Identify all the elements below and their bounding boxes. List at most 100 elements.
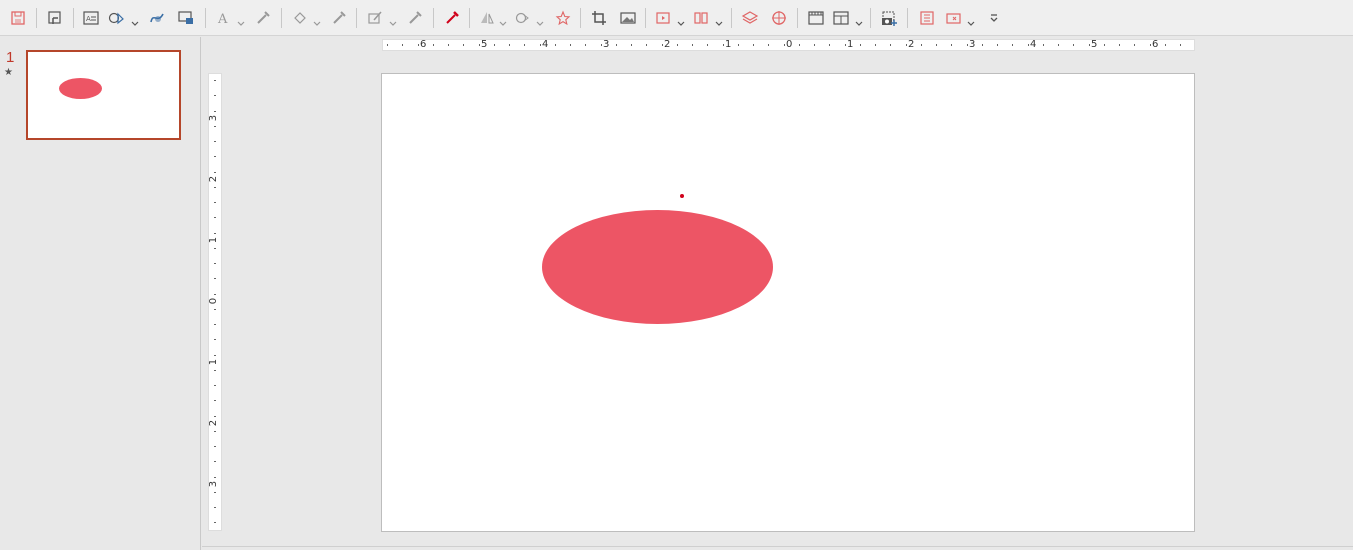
chevron-down-icon[interactable] — [536, 13, 544, 26]
chevron-down-icon[interactable] — [967, 13, 975, 26]
workspace: 6 5 4 3 2 1 0 1 2 3 4 5 6 3 2 1 0 1 2 3 — [202, 37, 1353, 550]
slide-show-icon[interactable] — [916, 7, 938, 29]
ruler-tick — [738, 44, 739, 46]
fill-icon[interactable] — [289, 7, 311, 29]
ruler-tick — [951, 44, 952, 46]
glue-points-icon[interactable] — [404, 7, 426, 29]
slide-pane: 1 ★ — [0, 37, 201, 550]
ruler-tick — [214, 324, 216, 325]
distribute-icon[interactable] — [690, 7, 712, 29]
zoom-pan-icon[interactable] — [44, 7, 66, 29]
ruler-tick — [723, 44, 724, 46]
horizontal-ruler-label: 1 — [847, 39, 854, 50]
ruler-tick — [214, 416, 216, 417]
ruler-tick — [768, 44, 769, 46]
edit-points-icon[interactable] — [364, 7, 386, 29]
ruler-tick — [214, 431, 216, 432]
transformations-icon[interactable] — [476, 7, 498, 29]
ruler-tick — [214, 202, 216, 203]
ruler-tick — [214, 263, 216, 264]
ruler-tick — [1150, 44, 1151, 46]
ruler-tick — [214, 111, 216, 112]
ruler-tick — [631, 44, 632, 46]
horizontal-ruler-label: 3 — [603, 39, 610, 50]
shapes-icon[interactable] — [105, 7, 127, 29]
ruler-tick — [214, 370, 216, 371]
ruler-tick — [214, 156, 216, 157]
ruler-tick — [214, 522, 216, 523]
ruler-tick — [799, 44, 800, 46]
horizontal-ruler-label: 6 — [420, 39, 427, 50]
grid-icon[interactable] — [805, 7, 827, 29]
horizontal-ruler-label: 2 — [664, 39, 671, 50]
chevron-down-icon[interactable] — [855, 13, 863, 26]
ruler-tick — [1104, 44, 1105, 46]
ruler-tick — [1165, 44, 1166, 46]
chevron-down-icon[interactable] — [677, 13, 685, 26]
slide-thumbnail[interactable] — [26, 50, 181, 140]
ellipse-shape[interactable] — [542, 210, 773, 324]
ruler-tick — [1089, 44, 1090, 46]
ruler-tick — [214, 172, 216, 173]
align-icon[interactable] — [511, 7, 533, 29]
snapshot-icon[interactable] — [878, 7, 900, 29]
crop-icon[interactable] — [588, 7, 610, 29]
ruler-tick — [214, 309, 216, 310]
horizontal-ruler-label: 3 — [969, 39, 976, 50]
star-shapes-icon[interactable] — [552, 7, 574, 29]
eyedropper-icon[interactable] — [252, 7, 274, 29]
save-icon[interactable] — [7, 7, 29, 29]
chevron-down-icon[interactable] — [715, 13, 723, 26]
ruler-tick — [860, 44, 861, 46]
fontwork-icon[interactable]: A — [213, 7, 235, 29]
svg-text:A: A — [217, 12, 228, 27]
slide-canvas[interactable] — [381, 73, 1195, 532]
vertical-ruler-label: 1 — [208, 236, 220, 244]
ruler-tick — [1119, 44, 1120, 46]
vertical-ruler-label: 2 — [208, 175, 220, 183]
svg-text:A: A — [86, 15, 91, 23]
snap-guides-icon[interactable] — [768, 7, 790, 29]
slide-layout-icon[interactable] — [830, 7, 852, 29]
ruler-tick — [540, 44, 541, 46]
curves-icon[interactable] — [146, 7, 168, 29]
horizontal-ruler-label: 4 — [1030, 39, 1037, 50]
ruler-tick — [448, 44, 449, 46]
chevron-down-icon[interactable] — [499, 13, 507, 26]
ruler-tick — [214, 187, 216, 188]
ruler-tick — [387, 44, 388, 46]
toggle-extrusion-icon[interactable] — [441, 7, 463, 29]
arrange-icon[interactable] — [739, 7, 761, 29]
ruler-tick — [814, 44, 815, 46]
text-box-icon[interactable]: A — [80, 7, 102, 29]
ruler-tick — [784, 44, 785, 46]
chevron-down-icon[interactable] — [313, 13, 321, 26]
horizontal-ruler[interactable]: 6 5 4 3 2 1 0 1 2 3 4 5 6 — [382, 39, 1195, 51]
connectors-icon[interactable] — [175, 7, 197, 29]
bottom-divider — [202, 546, 1353, 547]
ruler-tick — [936, 44, 937, 46]
ruler-tick — [214, 461, 216, 462]
chevron-down-icon[interactable] — [237, 13, 245, 26]
vertical-ruler-label: 2 — [208, 419, 220, 427]
ruler-tick — [967, 44, 968, 46]
chevron-down-icon[interactable] — [131, 13, 139, 26]
image-icon[interactable] — [617, 7, 639, 29]
more-options-icon[interactable] — [983, 7, 1005, 29]
ruler-tick — [601, 44, 602, 46]
custom-animation-icon[interactable] — [943, 7, 965, 29]
ruler-tick — [214, 492, 216, 493]
ruler-tick — [890, 44, 891, 46]
ruler-tick — [1134, 44, 1135, 46]
ruler-tick — [214, 248, 216, 249]
vertical-ruler[interactable]: 3 2 1 0 1 2 3 — [208, 73, 222, 531]
ruler-tick — [875, 44, 876, 46]
vertical-ruler-label: 1 — [208, 358, 220, 366]
standard-toolbar: A A — [0, 0, 1353, 36]
insert-media-icon[interactable] — [652, 7, 674, 29]
chevron-down-icon[interactable] — [389, 13, 397, 26]
ruler-tick — [214, 477, 216, 478]
horizontal-ruler-label: 0 — [786, 39, 793, 50]
rotation-handle[interactable] — [680, 194, 684, 198]
line-color-icon[interactable] — [328, 7, 350, 29]
